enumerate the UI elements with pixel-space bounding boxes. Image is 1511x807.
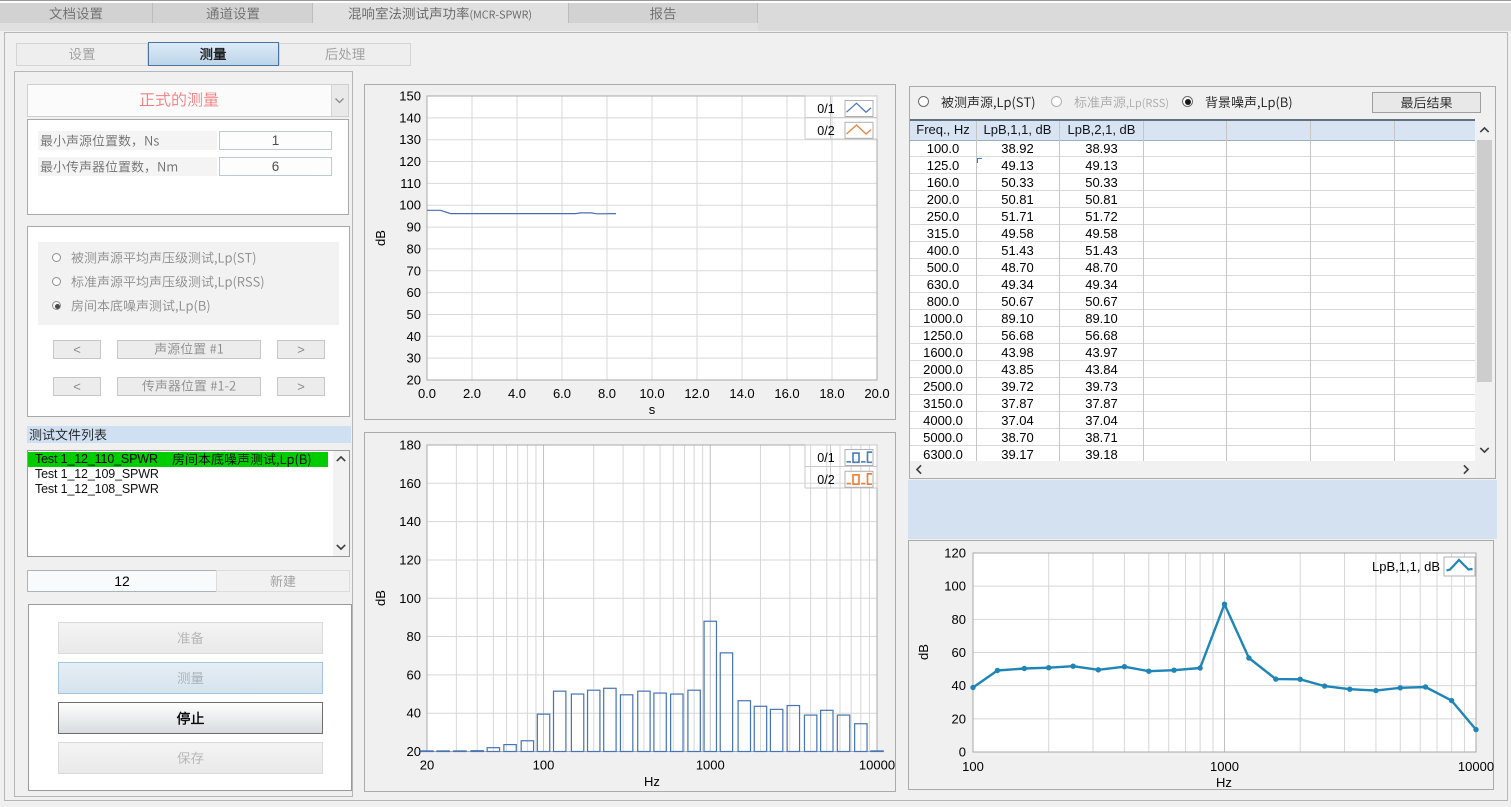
svg-text:20.0: 20.0 bbox=[864, 386, 889, 401]
svg-text:dB: dB bbox=[373, 590, 388, 606]
svg-text:2.0: 2.0 bbox=[463, 386, 481, 401]
svg-text:0: 0 bbox=[959, 745, 966, 760]
svg-text:60: 60 bbox=[952, 645, 966, 660]
svg-text:0.0: 0.0 bbox=[418, 386, 436, 401]
svg-text:120: 120 bbox=[399, 552, 421, 567]
svg-text:Hz: Hz bbox=[1216, 775, 1232, 790]
svg-text:60: 60 bbox=[407, 667, 421, 682]
svg-text:100: 100 bbox=[533, 758, 555, 773]
svg-text:Hz: Hz bbox=[644, 774, 660, 789]
svg-text:6.0: 6.0 bbox=[553, 386, 571, 401]
svg-text:150: 150 bbox=[399, 89, 421, 104]
svg-text:10.0: 10.0 bbox=[639, 386, 664, 401]
svg-text:40: 40 bbox=[407, 706, 421, 721]
svg-text:8.0: 8.0 bbox=[598, 386, 616, 401]
svg-text:14.0: 14.0 bbox=[729, 386, 754, 401]
svg-text:0/1: 0/1 bbox=[817, 451, 834, 465]
svg-text:110: 110 bbox=[400, 176, 421, 191]
svg-text:0/1: 0/1 bbox=[817, 102, 834, 116]
svg-text:16.0: 16.0 bbox=[774, 386, 799, 401]
svg-text:12.0: 12.0 bbox=[684, 386, 709, 401]
svg-text:80: 80 bbox=[952, 612, 966, 627]
svg-text:140: 140 bbox=[399, 110, 421, 125]
svg-text:dB: dB bbox=[373, 230, 388, 246]
svg-text:120: 120 bbox=[399, 154, 421, 169]
svg-text:LpB,1,1, dB: LpB,1,1, dB bbox=[1372, 559, 1440, 574]
svg-text:90: 90 bbox=[407, 220, 421, 235]
svg-text:100: 100 bbox=[399, 198, 421, 213]
svg-text:0/2: 0/2 bbox=[817, 124, 834, 138]
svg-text:0/2: 0/2 bbox=[817, 473, 834, 487]
svg-text:80: 80 bbox=[407, 629, 421, 644]
svg-text:80: 80 bbox=[407, 241, 421, 256]
svg-text:20: 20 bbox=[420, 758, 434, 773]
svg-text:18.0: 18.0 bbox=[819, 386, 844, 401]
svg-text:50: 50 bbox=[407, 307, 421, 322]
svg-text:70: 70 bbox=[407, 263, 421, 278]
svg-text:130: 130 bbox=[399, 132, 421, 147]
svg-text:10000: 10000 bbox=[859, 758, 895, 773]
svg-text:120: 120 bbox=[944, 546, 966, 561]
svg-text:60: 60 bbox=[407, 285, 421, 300]
svg-text:1000: 1000 bbox=[1210, 759, 1239, 774]
svg-text:180: 180 bbox=[399, 438, 421, 453]
svg-text:40: 40 bbox=[407, 329, 421, 344]
svg-text:140: 140 bbox=[399, 514, 421, 529]
svg-text:100: 100 bbox=[944, 579, 966, 594]
svg-text:100: 100 bbox=[962, 759, 984, 774]
svg-text:20: 20 bbox=[952, 711, 966, 726]
svg-text:10000: 10000 bbox=[1458, 759, 1494, 774]
svg-text:dB: dB bbox=[916, 644, 931, 660]
svg-text:30: 30 bbox=[407, 351, 421, 366]
svg-text:s: s bbox=[649, 402, 656, 417]
svg-text:100: 100 bbox=[399, 591, 421, 606]
svg-text:4.0: 4.0 bbox=[508, 386, 526, 401]
svg-text:40: 40 bbox=[952, 678, 966, 693]
svg-text:160: 160 bbox=[399, 476, 421, 491]
svg-text:1000: 1000 bbox=[696, 758, 725, 773]
